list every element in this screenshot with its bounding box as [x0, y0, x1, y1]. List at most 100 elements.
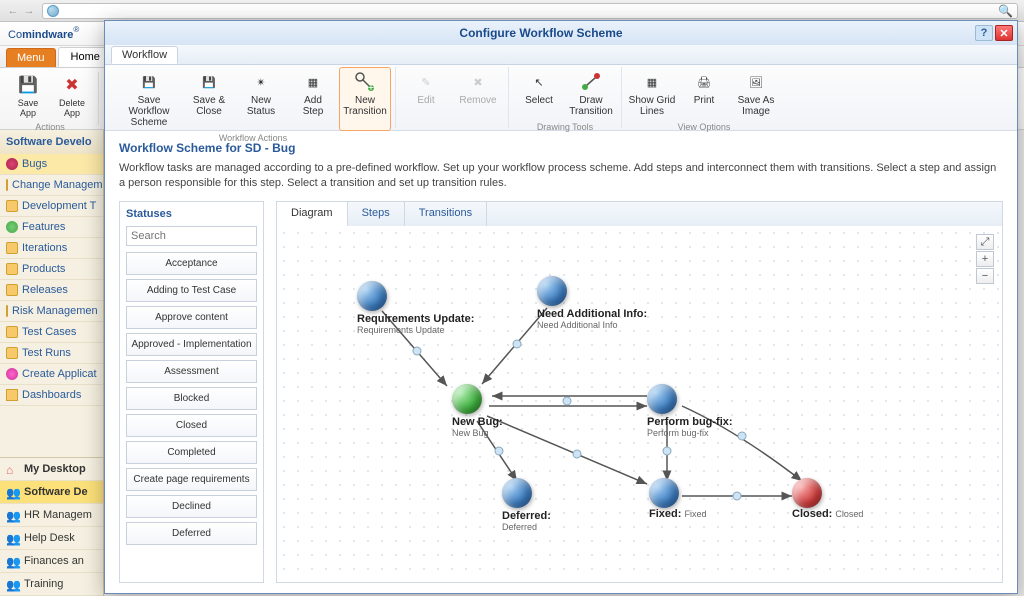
nav-training[interactable]: 👥Training	[0, 573, 103, 596]
remove-button: ✖Remove	[452, 67, 504, 109]
status-item[interactable]: Deferred	[126, 522, 257, 545]
sidebar-item-bugs[interactable]: Bugs	[0, 154, 103, 175]
dashboard-icon	[6, 389, 18, 401]
node-ball-icon	[649, 478, 679, 508]
sidebar-item-change[interactable]: Change Managem	[0, 175, 103, 196]
sidebar-item-dev[interactable]: Development T	[0, 196, 103, 217]
node-fixed[interactable]: Fixed: Fixed	[649, 478, 706, 520]
pencil-icon: ✎	[414, 70, 438, 94]
status-item[interactable]: Create page requirements	[126, 468, 257, 491]
delete-app-button[interactable]: ✖ Delete App	[52, 72, 92, 120]
folder-icon	[6, 242, 18, 254]
delete-icon: ✖	[61, 74, 83, 96]
node-need-info[interactable]: Need Additional Info: Need Additional In…	[537, 276, 647, 330]
draw-transition-button[interactable]: Draw Transition	[565, 67, 617, 120]
nav-software-dev[interactable]: 👥Software De	[0, 481, 103, 504]
tab-transitions[interactable]: Transitions	[405, 202, 487, 226]
sidebar-item-testruns[interactable]: Test Runs	[0, 343, 103, 364]
canvas-zoom-out-icon[interactable]: −	[976, 268, 994, 284]
status-search-input[interactable]	[126, 226, 257, 246]
sidebar-item-dashboards[interactable]: Dashboards	[0, 385, 103, 406]
folder-icon	[6, 200, 18, 212]
nav-forward-icon[interactable]: →	[22, 4, 36, 18]
edit-button: ✎Edit	[400, 67, 452, 109]
statuses-title: Statuses	[126, 208, 257, 220]
add-step-icon: ▦	[301, 70, 325, 94]
tab-steps[interactable]: Steps	[348, 202, 405, 226]
modal-tabs: Workflow	[105, 45, 1017, 65]
node-closed[interactable]: Closed: Closed	[792, 478, 863, 520]
status-item[interactable]: Completed	[126, 441, 257, 464]
status-item[interactable]: Approve content	[126, 306, 257, 329]
add-step-button[interactable]: ▦Add Step	[287, 67, 339, 131]
sidebar-item-products[interactable]: Products	[0, 259, 103, 280]
sparkle-icon	[6, 368, 18, 380]
menu-tab[interactable]: Menu	[6, 48, 56, 67]
status-item[interactable]: Assessment	[126, 360, 257, 383]
people-icon: 👥	[6, 532, 20, 544]
home-icon: ⌂	[6, 463, 20, 475]
tab-workflow[interactable]: Workflow	[111, 46, 178, 64]
select-button[interactable]: ↖Select	[513, 67, 565, 120]
save-workflow-scheme-button[interactable]: 💾Save Workflow Scheme	[115, 67, 183, 131]
node-ball-icon	[537, 276, 567, 306]
nav-back-icon[interactable]: ←	[6, 4, 20, 18]
sidebar-item-features[interactable]: Features	[0, 217, 103, 238]
nav-helpdesk[interactable]: 👥Help Desk	[0, 527, 103, 550]
save-app-button[interactable]: 💾 Save App	[8, 72, 48, 120]
status-list[interactable]: Acceptance Adding to Test Case Approve c…	[126, 252, 257, 576]
canvas-zoom-in-icon[interactable]: +	[976, 251, 994, 267]
status-item[interactable]: Closed	[126, 414, 257, 437]
print-icon: 🖨	[692, 70, 716, 94]
address-bar[interactable]: 🔍	[42, 3, 1018, 19]
node-new-bug[interactable]: New Bug: New Bug	[452, 384, 503, 438]
people-icon: 👥	[6, 555, 20, 567]
help-button[interactable]: ?	[975, 25, 993, 41]
status-item[interactable]: Acceptance	[126, 252, 257, 275]
cursor-icon: ↖	[527, 70, 551, 94]
status-item[interactable]: Declined	[126, 495, 257, 518]
status-item[interactable]: Adding to Test Case	[126, 279, 257, 302]
canvas-expand-icon[interactable]: ⤢	[976, 234, 994, 250]
new-transition-button[interactable]: +New Transition	[339, 67, 391, 131]
people-icon: 👥	[6, 578, 20, 590]
browser-bar: ← → 🔍	[0, 0, 1024, 22]
node-ball-icon	[357, 281, 387, 311]
save-as-image-button[interactable]: 🖼Save As Image	[730, 67, 782, 120]
nav-my-desktop[interactable]: ⌂My Desktop	[0, 458, 103, 481]
print-button[interactable]: 🖨Print	[678, 67, 730, 120]
sidebar-item-risk[interactable]: Risk Managemen	[0, 301, 103, 322]
node-requirements-update[interactable]: Requirements Update: Requirements Update	[357, 281, 474, 335]
dot-icon	[6, 221, 18, 233]
ribbon-group-drawing: ↖Select Draw Transition Drawing Tools	[508, 67, 621, 128]
status-item[interactable]: Approved - Implementation	[126, 333, 257, 356]
status-item[interactable]: Blocked	[126, 387, 257, 410]
search-icon[interactable]: 🔍	[998, 4, 1013, 18]
folder-icon	[6, 347, 18, 359]
folder-icon	[6, 179, 8, 191]
nav-hr[interactable]: 👥HR Managem	[0, 504, 103, 527]
sidebar-item-createapp[interactable]: Create Applicat	[0, 364, 103, 385]
node-deferred[interactable]: Deferred: Deferred	[502, 478, 551, 532]
modal-title: Configure Workflow Scheme	[109, 26, 973, 40]
nav-finances[interactable]: 👥Finances an	[0, 550, 103, 573]
sidebar: Software Develo Bugs Change Managem Deve…	[0, 130, 104, 596]
diagram-canvas[interactable]: Requirements Update: Requirements Update…	[277, 226, 1002, 582]
sidebar-item-releases[interactable]: Releases	[0, 280, 103, 301]
folder-icon	[6, 284, 18, 296]
save-close-button[interactable]: 💾Save & Close	[183, 67, 235, 131]
diagram-panel: Diagram Steps Transitions	[276, 201, 1003, 583]
close-button[interactable]: ✕	[995, 25, 1013, 41]
sidebar-item-iterations[interactable]: Iterations	[0, 238, 103, 259]
scheme-title: Workflow Scheme for SD - Bug	[119, 141, 1003, 155]
people-icon: 👥	[6, 486, 20, 498]
remove-icon: ✖	[466, 70, 490, 94]
scheme-description: Workflow tasks are managed according to …	[119, 161, 1003, 191]
new-status-button[interactable]: ✴New Status	[235, 67, 287, 131]
sidebar-item-testcases[interactable]: Test Cases	[0, 322, 103, 343]
workflow-modal: Configure Workflow Scheme ? ✕ Workflow 💾…	[104, 20, 1018, 594]
show-grid-button[interactable]: ▦Show Grid Lines	[626, 67, 678, 120]
node-perform-bugfix[interactable]: Perform bug-fix: Perform bug-fix	[647, 384, 733, 438]
folder-icon	[6, 326, 18, 338]
tab-diagram[interactable]: Diagram	[277, 202, 348, 226]
